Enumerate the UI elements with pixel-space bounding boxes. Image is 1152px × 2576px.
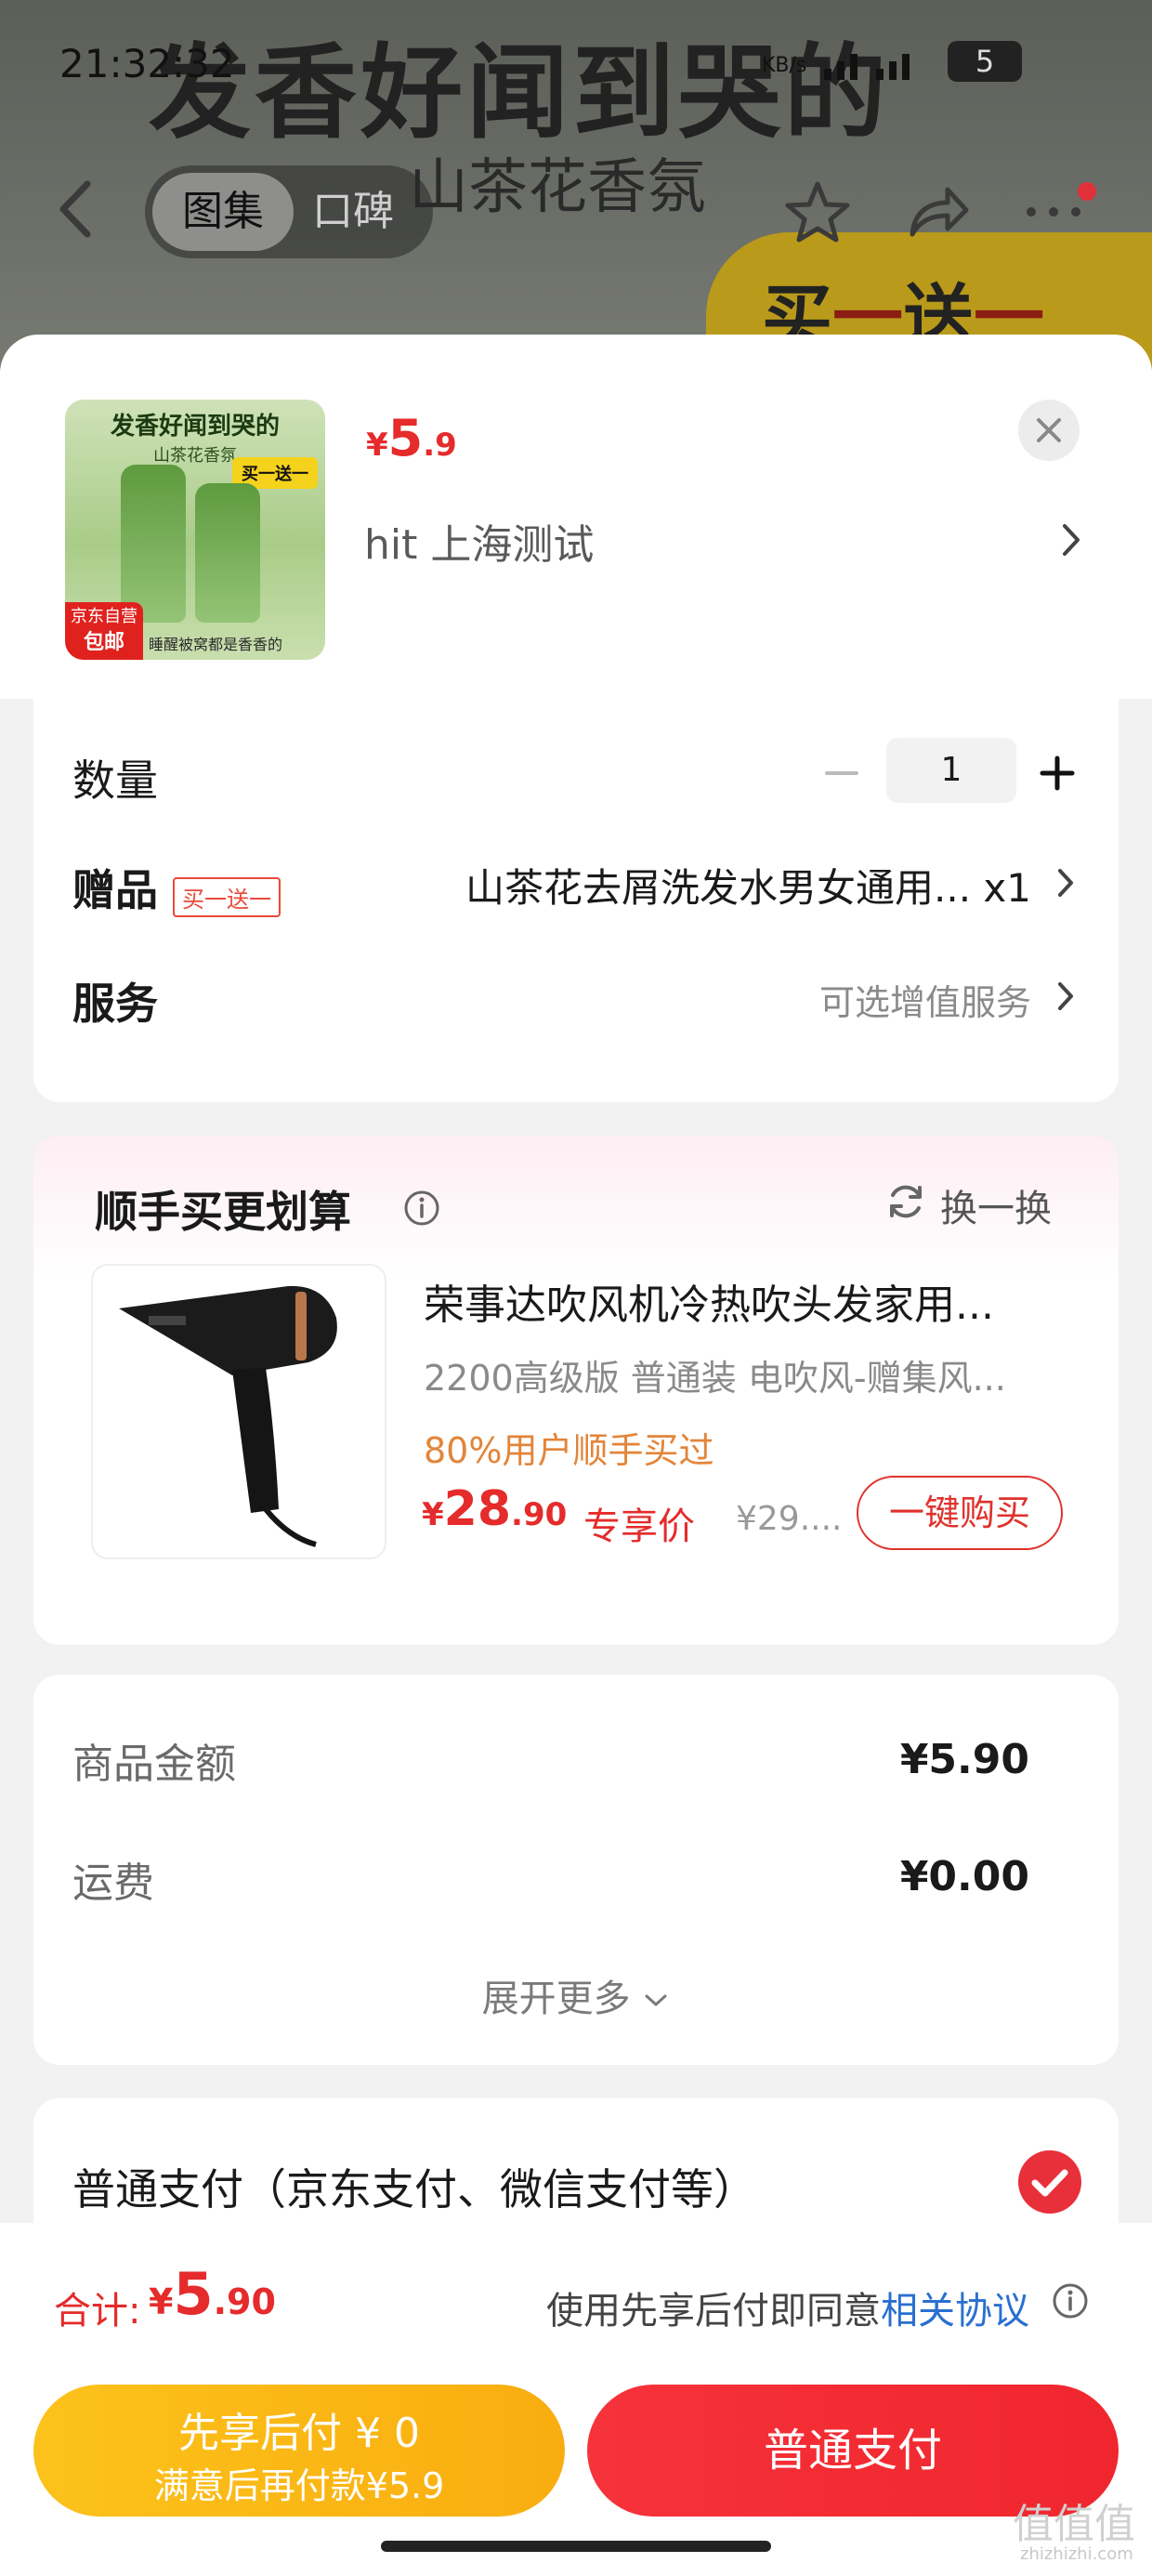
- watermark-logo: 值值值: [1013, 2501, 1135, 2548]
- tab-gallery[interactable]: 图集: [152, 173, 294, 251]
- pay-later-subtitle: 满意后再付款¥5.9: [153, 2465, 445, 2506]
- recommendation-title: 顺手买更划算: [95, 1187, 351, 1237]
- signal-icon: [824, 53, 910, 80]
- price-decimal: .90: [213, 2281, 276, 2322]
- exclusive-price-tag: 专享价: [583, 1505, 695, 1548]
- total-bar: 合计: ¥5.90 使用先享后付即同意相关协议: [0, 2223, 1152, 2370]
- agreement-text: 使用先享后付即同意相关协议: [546, 2280, 1029, 2334]
- refresh-icon[interactable]: [884, 1180, 927, 1223]
- gift-label: 赠品: [72, 865, 158, 915]
- price-currency: ¥: [149, 2281, 174, 2322]
- service-value[interactable]: 可选增值服务: [684, 974, 1031, 1025]
- goods-amount-value: ¥5.90: [899, 1736, 1029, 1783]
- price-currency: ¥: [422, 1496, 444, 1533]
- price-integer: 5: [387, 409, 424, 467]
- thumb-caption: 睡醒被窝都是香香的: [149, 636, 283, 653]
- chevron-down-icon: [645, 1994, 667, 2006]
- agreement-link[interactable]: 相关协议: [881, 2290, 1029, 2333]
- quantity-input[interactable]: 1: [886, 738, 1016, 803]
- status-indicators: KB/s 5: [762, 41, 1023, 82]
- agreement-prefix: 使用先享后付即同意: [546, 2290, 881, 2333]
- gift-value[interactable]: 山茶花去屑洗发水男女通用... x1: [409, 857, 1031, 913]
- back-chevron-icon[interactable]: [54, 177, 97, 242]
- badge-line: 京东自营: [71, 607, 137, 626]
- summary-card: 商品金额 ¥5.90 运费 ¥0.00 展开更多: [33, 1675, 1119, 2065]
- price-decimal: .9: [423, 427, 457, 464]
- total-label: 合计:: [54, 2290, 141, 2333]
- bottle-image: [195, 483, 260, 623]
- product-detail-background: 发香好闻到哭的 山茶花香氛 买一送一 21:32:32 KB/s 5 图集 口碑: [0, 0, 1152, 390]
- banner-title: 发香好闻到哭的: [149, 33, 890, 152]
- gift-promo-tag: 买一送一: [173, 877, 281, 917]
- gallery-tabs: 图集 口碑: [145, 165, 433, 258]
- options-card: 数量 1 赠品 买一送一 山茶花去屑洗发水男女通用... x1 服务 可选增值服…: [33, 699, 1119, 1102]
- info-icon[interactable]: [1052, 2282, 1089, 2320]
- price-decimal: .90: [511, 1496, 568, 1533]
- hair-dryer-icon: [119, 1285, 337, 1547]
- expand-more-button[interactable]: 展开更多: [33, 1968, 1119, 2022]
- thumb-title: 发香好闻到哭的: [110, 413, 280, 440]
- tab-reviews-label: 口碑: [312, 188, 394, 235]
- recommended-item-stat: 80%用户顺手买过: [424, 1430, 714, 1471]
- price-integer: 28: [443, 1481, 512, 1537]
- watermark-url: zhizhizhi.com: [1020, 2544, 1133, 2564]
- bottle-image: [121, 465, 186, 623]
- shipping-label: 运费: [72, 1860, 154, 1907]
- refresh-button[interactable]: 换一换: [940, 1178, 1052, 1232]
- minus-icon[interactable]: [821, 753, 862, 794]
- recommendation-card: 顺手买更划算 换一换 荣事达吹风机冷热吹头发家用... 2200高级版 普通装 …: [33, 1136, 1119, 1645]
- free-shipping-badge: 京东自营 包邮: [65, 602, 143, 660]
- recommended-item-name[interactable]: 荣事达吹风机冷热吹头发家用...: [424, 1271, 1093, 1331]
- original-price: ¥29....: [736, 1500, 843, 1538]
- checkmark-icon[interactable]: [1016, 2149, 1083, 2215]
- shipping-value: ¥0.00: [899, 1853, 1029, 1900]
- quantity-label: 数量: [72, 756, 158, 806]
- one-click-buy-button[interactable]: 一键购买: [857, 1476, 1063, 1550]
- close-icon[interactable]: [1018, 400, 1080, 461]
- total-price: ¥5.90: [149, 2260, 276, 2328]
- goods-amount-label: 商品金额: [72, 1741, 236, 1788]
- chevron-right-icon[interactable]: [1054, 864, 1078, 901]
- seller-address[interactable]: hit 上海测试: [364, 511, 594, 571]
- tab-reviews[interactable]: 口碑: [312, 165, 394, 258]
- product-price: ¥5.9: [366, 409, 457, 467]
- share-icon[interactable]: [901, 177, 972, 247]
- battery-indicator: 5: [948, 41, 1023, 82]
- pay-later-button[interactable]: 先享后付 ¥ 0 满意后再付款¥5.9: [33, 2385, 565, 2517]
- info-icon[interactable]: [403, 1189, 440, 1227]
- pay-later-title: 先享后付 ¥ 0: [178, 2410, 420, 2457]
- network-speed: KB/s: [762, 54, 807, 77]
- recommended-item-price: ¥28.90: [422, 1481, 567, 1537]
- status-time: 21:32:32: [59, 41, 235, 86]
- price-integer: 5: [173, 2260, 214, 2328]
- chevron-right-icon[interactable]: [1054, 978, 1078, 1015]
- payment-option-label[interactable]: 普通支付（京东支付、微信支付等）: [72, 2156, 756, 2217]
- home-indicator[interactable]: [381, 2541, 771, 2552]
- star-icon[interactable]: [782, 177, 853, 247]
- recommended-item-spec: 2200高级版 普通装 电吹风-赠集风...: [424, 1358, 1006, 1399]
- plus-icon[interactable]: [1037, 753, 1078, 794]
- badge-line: 包邮: [83, 631, 124, 654]
- price-currency: ¥: [366, 427, 388, 464]
- expand-more-label: 展开更多: [481, 1978, 631, 2020]
- banner-subtitle: 山茶花香氛: [409, 153, 706, 222]
- chevron-right-icon[interactable]: [1057, 519, 1085, 561]
- hair-dryer-image[interactable]: [91, 1264, 386, 1559]
- product-thumbnail: 发香好闻到哭的 山茶花香氛 买一送一 京东自营 包邮 睡醒被窝都是香香的: [65, 400, 325, 660]
- notification-dot: [1078, 182, 1096, 201]
- service-label: 服务: [72, 979, 158, 1029]
- sheet-header: 发香好闻到哭的 山茶花香氛 买一送一 京东自营 包邮 睡醒被窝都是香香的 ¥5.…: [0, 335, 1152, 699]
